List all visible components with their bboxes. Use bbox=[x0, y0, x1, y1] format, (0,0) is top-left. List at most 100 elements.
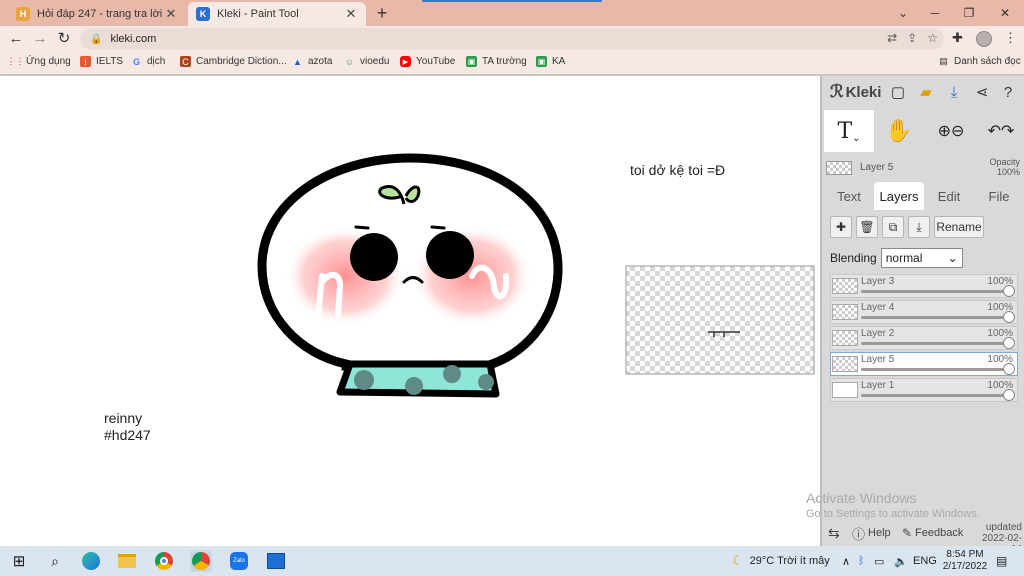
notifications-icon[interactable]: ▤ bbox=[996, 546, 1007, 576]
opacity-slider-knob[interactable] bbox=[1003, 337, 1015, 349]
forward-arrow-icon[interactable]: → bbox=[30, 29, 50, 49]
back-arrow-icon[interactable]: ← bbox=[6, 29, 26, 49]
hand-tool-icon[interactable]: ✋ bbox=[874, 110, 924, 152]
language-indicator[interactable]: ENG bbox=[913, 546, 937, 576]
opacity-slider[interactable] bbox=[861, 316, 1007, 319]
tab-hoidap247[interactable]: H Hỏi đáp 247 - trang tra lời ✕ bbox=[8, 2, 186, 26]
tab-edit[interactable]: Edit bbox=[924, 182, 974, 210]
help-circle-icon[interactable]: ? bbox=[998, 82, 1018, 102]
youtube-icon: ▶ bbox=[400, 56, 411, 67]
bookmark-ielts[interactable]: i IELTS bbox=[80, 56, 123, 67]
clock-date: 2/17/2022 bbox=[942, 561, 988, 572]
translate-icon[interactable]: ⇄ bbox=[887, 31, 897, 45]
opacity-slider[interactable] bbox=[861, 394, 1007, 397]
opacity-slider[interactable] bbox=[861, 368, 1007, 371]
file-explorer-icon[interactable] bbox=[116, 550, 138, 572]
new-image-icon[interactable]: ▢ bbox=[888, 82, 908, 102]
pencil-icon: ✎ bbox=[902, 526, 913, 540]
tab-layers[interactable]: Layers bbox=[874, 182, 924, 210]
layer-row-selected[interactable]: Layer 5 100% bbox=[830, 352, 1018, 376]
layer-thumbnail bbox=[832, 278, 858, 294]
extensions-icon[interactable]: ✚ bbox=[952, 30, 963, 46]
bookmark-ka[interactable]: ▣ KA bbox=[536, 56, 565, 67]
bookmark-dich[interactable]: G dịch bbox=[131, 56, 165, 67]
profile-avatar[interactable] bbox=[976, 31, 992, 47]
panel-footer: ⇆ ⓘ Help ✎ Feedback updated 2022-02-14 bbox=[822, 520, 1024, 555]
edge-icon[interactable] bbox=[80, 550, 102, 572]
opacity-slider[interactable] bbox=[861, 290, 1007, 293]
tab-search-icon[interactable]: ⌄ bbox=[886, 0, 920, 26]
merge-layer-icon[interactable]: ⤓ bbox=[908, 216, 930, 238]
volume-icon[interactable]: 🔈 bbox=[894, 546, 908, 576]
share-icon[interactable]: ⇪ bbox=[907, 31, 917, 45]
tab-file[interactable]: File bbox=[974, 182, 1024, 210]
new-tab-icon[interactable]: + bbox=[373, 3, 391, 23]
bookmark-cambridge[interactable]: C Cambridge Diction... bbox=[180, 56, 287, 67]
bookmark-ta-truong[interactable]: ▣ TA trường bbox=[466, 56, 527, 67]
rename-button[interactable]: Rename bbox=[934, 216, 984, 238]
help-link[interactable]: ⓘ Help bbox=[852, 524, 891, 543]
show-hidden-icons-icon[interactable]: ∧ bbox=[842, 546, 850, 576]
swap-arrows-icon[interactable]: ⇆ bbox=[828, 525, 840, 542]
restore-icon[interactable]: ❐ bbox=[952, 0, 986, 26]
download-icon[interactable]: ⤓ bbox=[944, 82, 964, 102]
add-layer-icon[interactable]: ✚ bbox=[830, 216, 852, 238]
share-icon[interactable]: ⋖ bbox=[972, 82, 992, 102]
blending-value: normal bbox=[885, 251, 923, 265]
opacity-slider-knob[interactable] bbox=[1003, 285, 1015, 297]
network-icon[interactable]: ▭ bbox=[874, 546, 884, 576]
chrome-profile-icon[interactable] bbox=[190, 550, 212, 572]
bookmark-azota[interactable]: ▲ azota bbox=[292, 56, 332, 67]
reading-list-label: Danh sách đọc bbox=[954, 56, 1021, 67]
zalo-icon[interactable]: Zalo bbox=[228, 550, 250, 572]
bookmarks-bar: ⋮⋮ Ứng dụng i IELTS G dịch C Cambridge D… bbox=[0, 52, 1024, 74]
delete-layer-icon[interactable]: 🗑 bbox=[856, 216, 878, 238]
minimize-icon[interactable]: ─ bbox=[918, 0, 952, 26]
close-tab-icon[interactable]: ✕ bbox=[164, 6, 178, 22]
chrome-icon[interactable] bbox=[153, 550, 175, 572]
opacity-slider-knob[interactable] bbox=[1003, 363, 1015, 375]
windows-taskbar: ⊞ ⌕ Zalo ☾ 29°C Trời ít mây ∧ ᛒ ▭ 🔈 ENG … bbox=[0, 546, 1024, 576]
close-window-icon[interactable]: ✕ bbox=[988, 0, 1022, 26]
clock[interactable]: 8:54 PM 2/17/2022 bbox=[940, 546, 990, 576]
bookmark-youtube[interactable]: ▶ YouTube bbox=[400, 56, 455, 67]
layer-thumbnail bbox=[832, 330, 858, 346]
drawing-canvas[interactable]: toi dở kệ toi =Đ reinny #hd247 bbox=[0, 76, 820, 546]
bookmark-label: Ứng dụng bbox=[26, 56, 71, 67]
layer-row[interactable]: Layer 1 100% bbox=[830, 378, 1018, 402]
close-tab-icon[interactable]: ✕ bbox=[344, 6, 358, 22]
weather-widget[interactable]: ☾ 29°C Trời ít mây bbox=[732, 546, 830, 576]
search-icon[interactable]: ⌕ bbox=[44, 550, 66, 572]
blending-select[interactable]: normal ⌄ bbox=[880, 248, 963, 268]
feedback-link[interactable]: ✎ Feedback bbox=[902, 526, 963, 540]
menu-icon[interactable]: ⋮ bbox=[1004, 30, 1017, 46]
photos-icon[interactable] bbox=[265, 550, 287, 572]
open-folder-icon[interactable]: ▰ bbox=[916, 82, 936, 102]
zoom-icon[interactable]: ⊕⊖ bbox=[926, 110, 976, 152]
bookmark-vioedu[interactable]: ☺ vioedu bbox=[344, 56, 390, 67]
windows-start-icon[interactable]: ⊞ bbox=[8, 550, 30, 572]
tab-text[interactable]: Text bbox=[824, 182, 874, 210]
reading-list[interactable]: ▤ Danh sách đọc bbox=[938, 56, 1021, 67]
address-bar[interactable]: 🔒 kleki.com ⇄ ⇪ ☆ bbox=[80, 28, 944, 50]
undo-redo-icon[interactable]: ↶↷ bbox=[976, 110, 1024, 152]
tab-kleki[interactable]: K Kleki - Paint Tool ✕ bbox=[188, 2, 366, 26]
bookmark-star-icon[interactable]: ☆ bbox=[927, 31, 938, 45]
opacity-slider-knob[interactable] bbox=[1003, 389, 1015, 401]
opacity-slider-knob[interactable] bbox=[1003, 311, 1015, 323]
kleki-logo: ℛ Kleki bbox=[830, 82, 881, 102]
bookmark-label: TA trường bbox=[482, 56, 527, 67]
opacity-slider[interactable] bbox=[861, 342, 1007, 345]
layer-name: Layer 5 bbox=[861, 354, 895, 365]
layer-row[interactable]: Layer 3 100% bbox=[830, 274, 1018, 298]
azota-icon: ▲ bbox=[293, 56, 302, 67]
bookmark-apps[interactable]: ⋮⋮ Ứng dụng bbox=[7, 56, 71, 67]
bluetooth-icon[interactable]: ᛒ bbox=[858, 546, 865, 576]
reload-icon[interactable]: ↻ bbox=[54, 29, 74, 49]
layer-row[interactable]: Layer 4 100% bbox=[830, 300, 1018, 324]
signature-tag: #hd247 bbox=[104, 427, 151, 443]
text-tool-icon[interactable]: T ⌄ bbox=[824, 110, 874, 152]
duplicate-layer-icon[interactable]: ⧉ bbox=[882, 216, 904, 238]
layer-name: Layer 1 bbox=[861, 380, 895, 391]
layer-row[interactable]: Layer 2 100% bbox=[830, 326, 1018, 350]
